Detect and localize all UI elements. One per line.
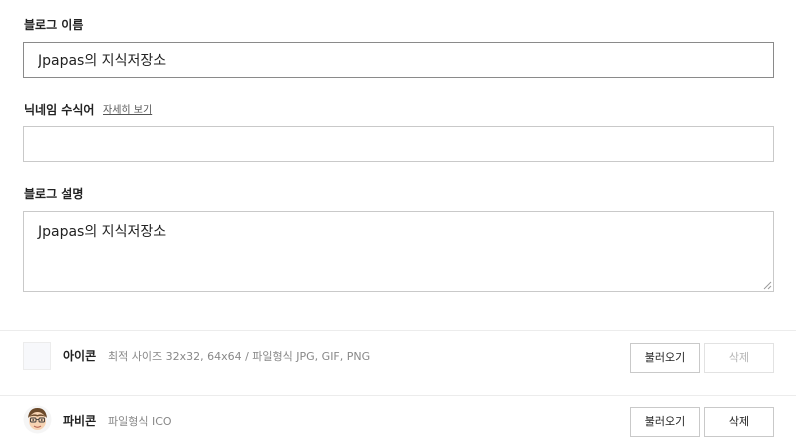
favicon-delete-button[interactable]: 삭제: [704, 407, 774, 437]
favicon-load-button[interactable]: 불러오기: [630, 407, 700, 437]
blog-name-input[interactable]: [23, 42, 774, 78]
blog-name-label: 블로그 이름: [24, 18, 84, 32]
icon-title: 아이콘: [63, 349, 97, 363]
blog-description-textarea[interactable]: Jpapas의 지식저장소: [23, 211, 774, 292]
favicon-description: 파일형식 ICO: [108, 415, 172, 428]
icon-preview: [23, 342, 51, 370]
resize-grip-icon[interactable]: [763, 281, 772, 290]
blog-settings-form: 블로그 이름 닉네임 수식어 자세히 보기 블로그 설명 Jpapas의 지식저…: [0, 0, 796, 447]
icon-delete-button[interactable]: 삭제: [704, 343, 774, 373]
icon-description: 최적 사이즈 32x32, 64x64 / 파일형식 JPG, GIF, PNG: [108, 350, 371, 363]
section-divider: [0, 330, 796, 331]
row-divider: [0, 395, 796, 396]
favicon-preview-image: [23, 405, 52, 434]
nickname-keyword-input[interactable]: [23, 126, 774, 162]
nickname-keyword-label: 닉네임 수식어: [24, 103, 95, 117]
icon-load-button[interactable]: 불러오기: [630, 343, 700, 373]
blog-description-label: 블로그 설명: [24, 187, 84, 201]
details-link[interactable]: 자세히 보기: [103, 104, 152, 118]
favicon-title: 파비콘: [63, 414, 97, 428]
